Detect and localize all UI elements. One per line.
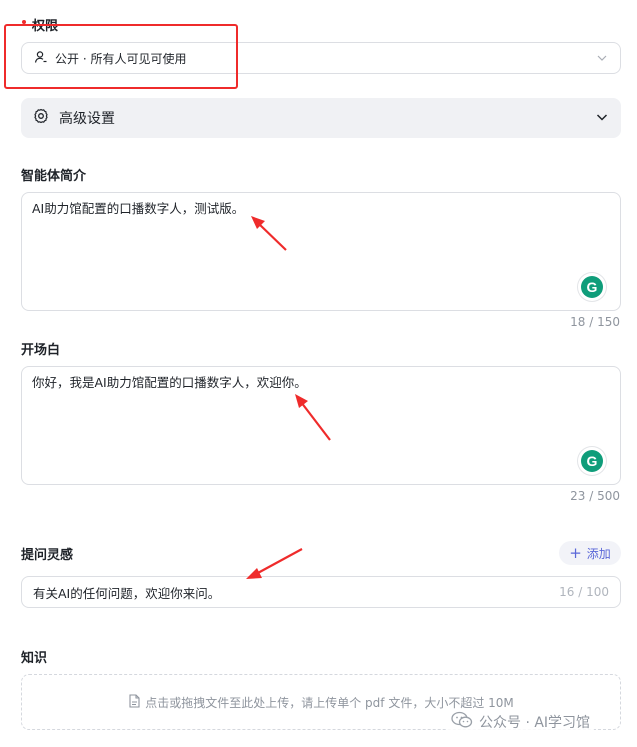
opening-label: 开场白 — [21, 343, 61, 358]
annotation-arrow-prompt — [246, 548, 303, 579]
plus-icon: + — [569, 543, 582, 562]
prompt-counter: 16 / 100 — [559, 585, 609, 599]
chevron-down-icon — [595, 109, 609, 128]
add-prompt-label: 添加 — [586, 546, 611, 561]
intro-label: 智能体简介 — [21, 169, 87, 184]
prompt-input[interactable]: 有关AI的任何问题，欢迎你来问。 16 / 100 — [21, 576, 621, 608]
prompts-label: 提问灵感 — [21, 548, 74, 563]
intro-textarea[interactable]: AI助力馆配置的口播数字人，测试版。 G — [21, 192, 621, 311]
grammarly-icon[interactable]: G — [578, 273, 606, 301]
add-prompt-button[interactable]: + 添加 — [559, 541, 621, 565]
watermark-text: 公众号 · AI学习馆 — [479, 715, 591, 731]
opening-value: 你好，我是AI助力馆配置的口播数字人，欢迎你。 — [32, 375, 307, 390]
upload-hint: 点击或拖拽文件至此处上传，请上传单个 pdf 文件，大小不超过 10M — [145, 695, 514, 710]
intro-value: AI助力馆配置的口播数字人，测试版。 — [32, 201, 245, 216]
chevron-down-icon — [596, 49, 608, 68]
opening-textarea[interactable]: 你好，我是AI助力馆配置的口播数字人，欢迎你。 G — [21, 366, 621, 485]
knowledge-label: 知识 — [21, 651, 48, 666]
wechat-icon — [451, 711, 473, 733]
grammarly-icon[interactable]: G — [578, 447, 606, 475]
prompt-value: 有关AI的任何问题，欢迎你来问。 — [33, 585, 221, 601]
intro-counter: 18 / 150 — [570, 315, 620, 329]
advanced-settings-toggle[interactable]: 高级设置 — [21, 98, 621, 138]
advanced-settings-label: 高级设置 — [59, 111, 115, 127]
file-icon — [128, 693, 141, 711]
watermark: 公众号 · AI学习馆 — [447, 709, 595, 735]
annotation-highlight-box — [4, 24, 238, 89]
opening-counter: 23 / 500 — [570, 489, 620, 503]
gear-icon — [33, 108, 49, 128]
